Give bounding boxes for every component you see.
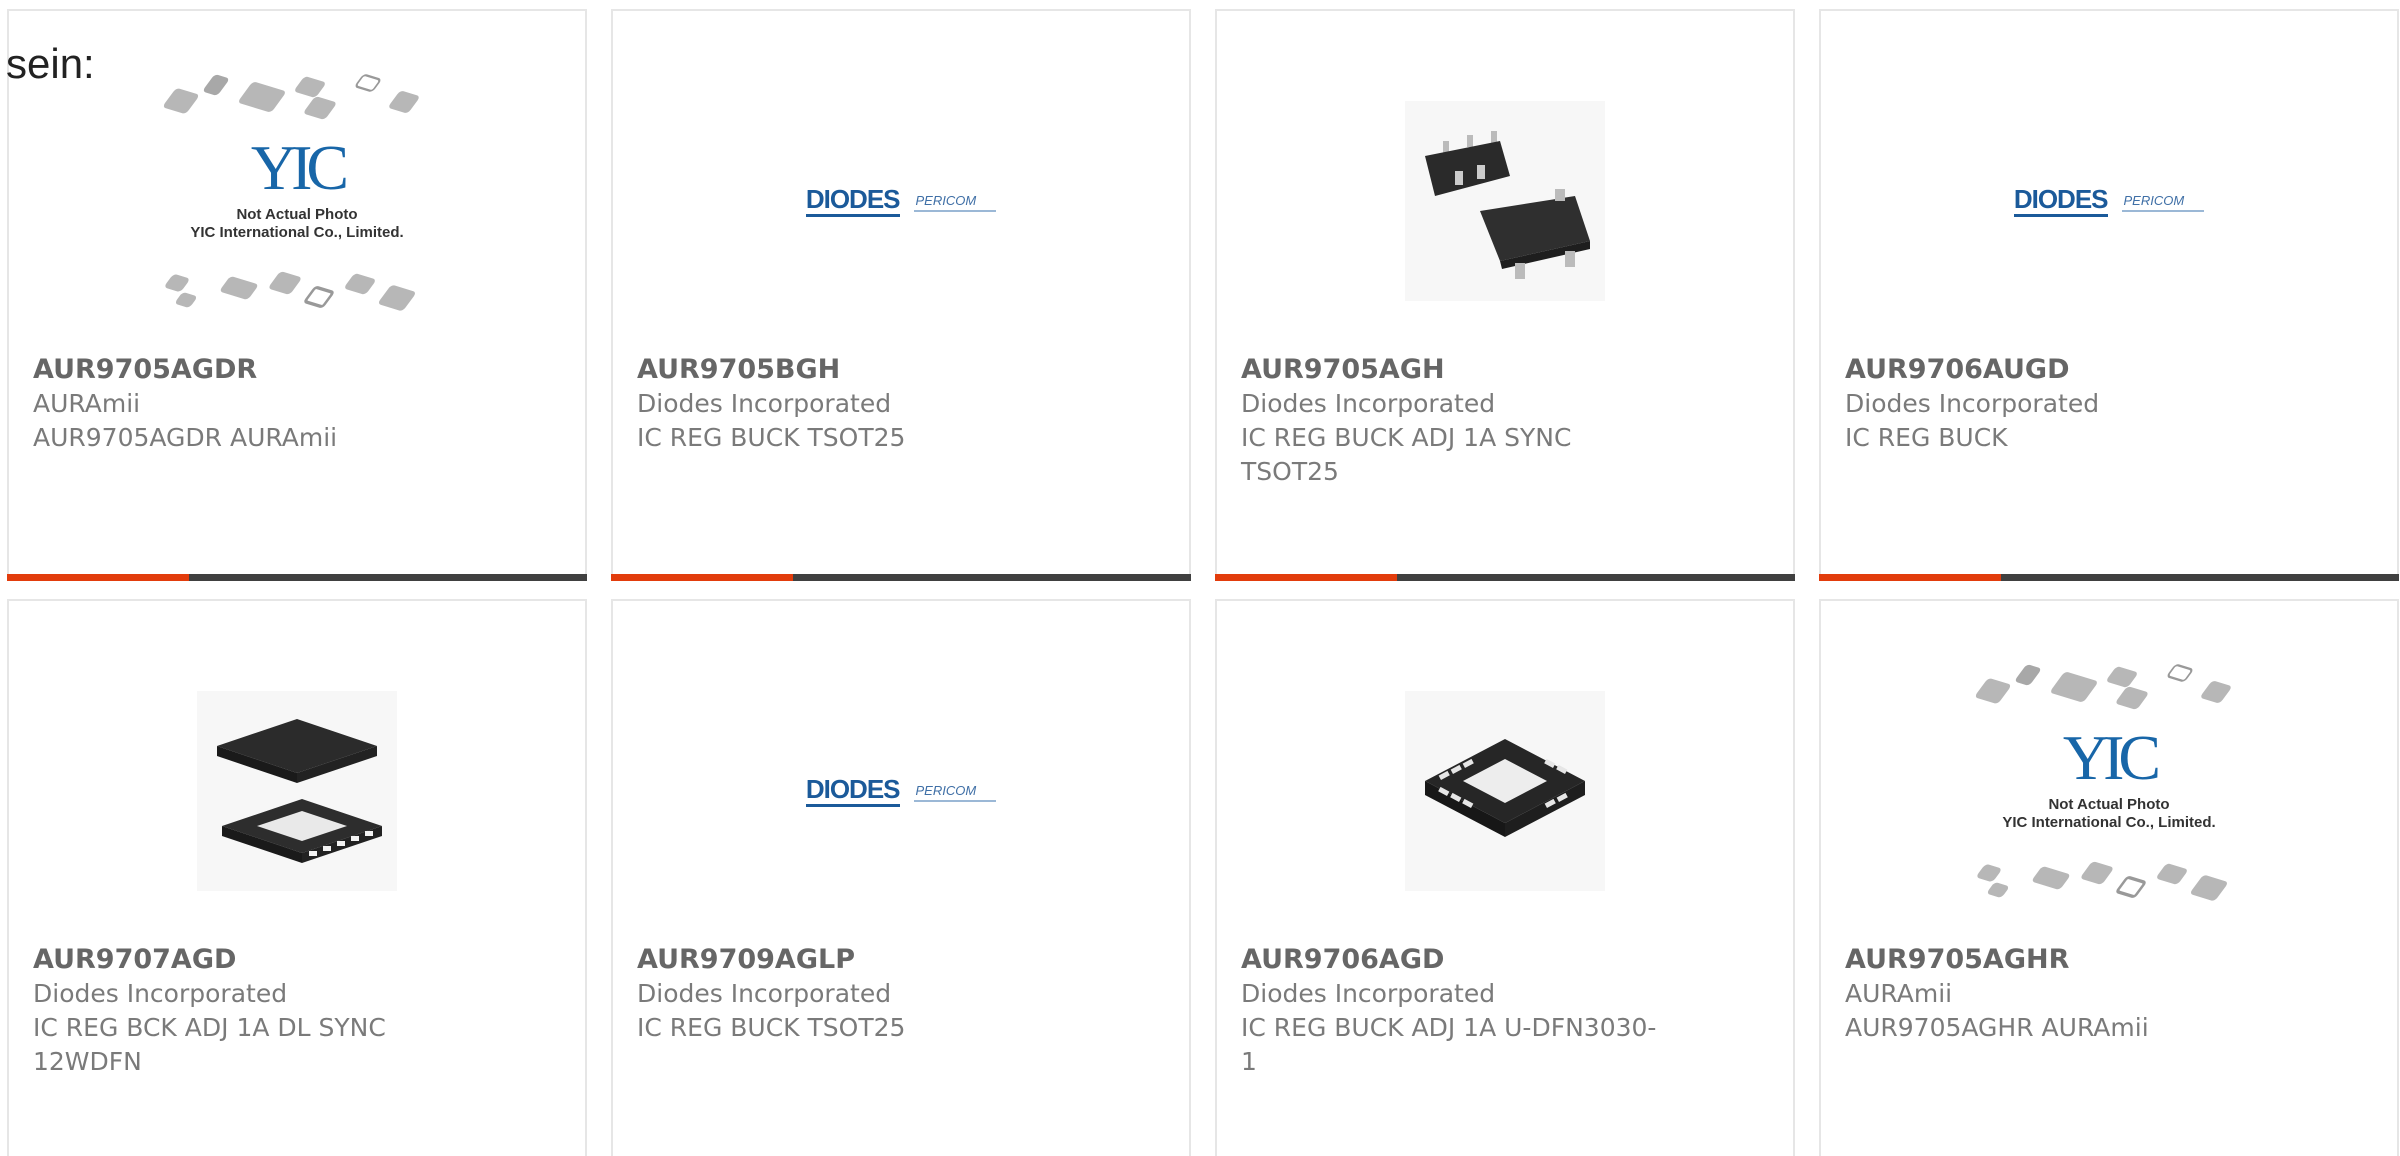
dfn-package-icon bbox=[1405, 691, 1605, 891]
part-number-link[interactable]: AUR9705AGHR bbox=[1845, 943, 2275, 977]
product-image[interactable]: DIODES PERICOM bbox=[1821, 56, 2397, 346]
product-card[interactable]: AUR9707AGD Diodes Incorporated IC REG BC… bbox=[7, 599, 587, 1156]
part-number-link[interactable]: AUR9706AGD bbox=[1241, 943, 1671, 977]
card-footer-bar bbox=[1215, 574, 1795, 581]
yic-logo-icon: YIC bbox=[250, 132, 349, 203]
card-footer-bar bbox=[1819, 574, 2399, 581]
manufacturer: AURAmii bbox=[1845, 979, 1953, 1008]
description: IC REG BUCK bbox=[1845, 423, 2008, 452]
manufacturer: Diodes Incorporated bbox=[1845, 389, 2100, 418]
part-number-link[interactable]: AUR9709AGLP bbox=[637, 943, 1067, 977]
product-card[interactable]: DIODES PERICOM AUR9706AUGD Diodes Incorp… bbox=[1819, 9, 2399, 581]
part-number-link[interactable]: AUR9706AUGD bbox=[1845, 353, 2275, 387]
yic-logo-icon: YIC bbox=[2062, 722, 2161, 793]
part-number-link[interactable]: AUR9707AGD bbox=[33, 943, 463, 977]
product-image[interactable] bbox=[1217, 646, 1793, 936]
description: AUR9705AGDR AURAmii bbox=[33, 423, 338, 452]
card-footer-bar bbox=[7, 574, 587, 581]
diodes-logo-icon: DIODES PERICOM bbox=[805, 776, 997, 807]
diodes-logo-icon: DIODES PERICOM bbox=[805, 186, 997, 217]
image-note-line-2: YIC International Co., Limited. bbox=[190, 224, 404, 241]
manufacturer: AURAmii bbox=[33, 389, 141, 418]
intro-text: sein: bbox=[6, 40, 95, 87]
product-image[interactable] bbox=[9, 646, 585, 936]
description: IC REG BUCK ADJ 1A U-DFN3030-1 bbox=[1241, 1013, 1657, 1076]
manufacturer: Diodes Incorporated bbox=[1241, 389, 1496, 418]
manufacturer: Diodes Incorporated bbox=[637, 389, 892, 418]
part-number-link[interactable]: AUR9705AGH bbox=[1241, 353, 1671, 387]
yic-placeholder-image: YIC Not Actual Photo YIC International C… bbox=[1959, 661, 2259, 921]
product-card[interactable]: YIC Not Actual Photo YIC International C… bbox=[7, 9, 587, 581]
product-card[interactable]: DIODES PERICOM AUR9709AGLP Diodes Incorp… bbox=[611, 599, 1191, 1156]
part-number-link[interactable]: AUR9705BGH bbox=[637, 353, 1067, 387]
product-image[interactable]: DIODES PERICOM bbox=[613, 646, 1189, 936]
product-image[interactable]: YIC Not Actual Photo YIC International C… bbox=[1821, 646, 2397, 936]
manufacturer: Diodes Incorporated bbox=[637, 979, 892, 1008]
tsot25-package-icon bbox=[1405, 101, 1605, 301]
product-image[interactable] bbox=[1217, 56, 1793, 346]
product-image[interactable]: YIC Not Actual Photo YIC International C… bbox=[9, 56, 585, 346]
manufacturer: Diodes Incorporated bbox=[1241, 979, 1496, 1008]
product-image[interactable]: DIODES PERICOM bbox=[613, 56, 1189, 346]
image-note-line-1: Not Actual Photo bbox=[236, 206, 358, 223]
image-note-line-1: Not Actual Photo bbox=[2048, 796, 2170, 813]
product-card[interactable]: AUR9705AGH Diodes Incorporated IC REG BU… bbox=[1215, 9, 1795, 581]
description: IC REG BCK ADJ 1A DL SYNC 12WDFN bbox=[33, 1013, 386, 1076]
wdfn-package-icon bbox=[197, 691, 397, 891]
manufacturer: Diodes Incorporated bbox=[33, 979, 288, 1008]
image-note-line-2: YIC International Co., Limited. bbox=[2002, 814, 2216, 831]
yic-placeholder-image: YIC Not Actual Photo YIC International C… bbox=[147, 71, 447, 331]
description: IC REG BUCK TSOT25 bbox=[637, 423, 906, 452]
description: IC REG BUCK ADJ 1A SYNC TSOT25 bbox=[1241, 423, 1572, 486]
description: IC REG BUCK TSOT25 bbox=[637, 1013, 906, 1042]
product-card[interactable]: DIODES PERICOM AUR9705BGH Diodes Incorpo… bbox=[611, 9, 1191, 581]
description: AUR9705AGHR AURAmii bbox=[1845, 1013, 2149, 1042]
product-card[interactable]: AUR9706AGD Diodes Incorporated IC REG BU… bbox=[1215, 599, 1795, 1156]
card-footer-bar bbox=[611, 574, 1191, 581]
diodes-logo-icon: DIODES PERICOM bbox=[2013, 186, 2205, 217]
product-card[interactable]: YIC Not Actual Photo YIC International C… bbox=[1819, 599, 2399, 1156]
part-number-link[interactable]: AUR9705AGDR bbox=[33, 353, 463, 387]
